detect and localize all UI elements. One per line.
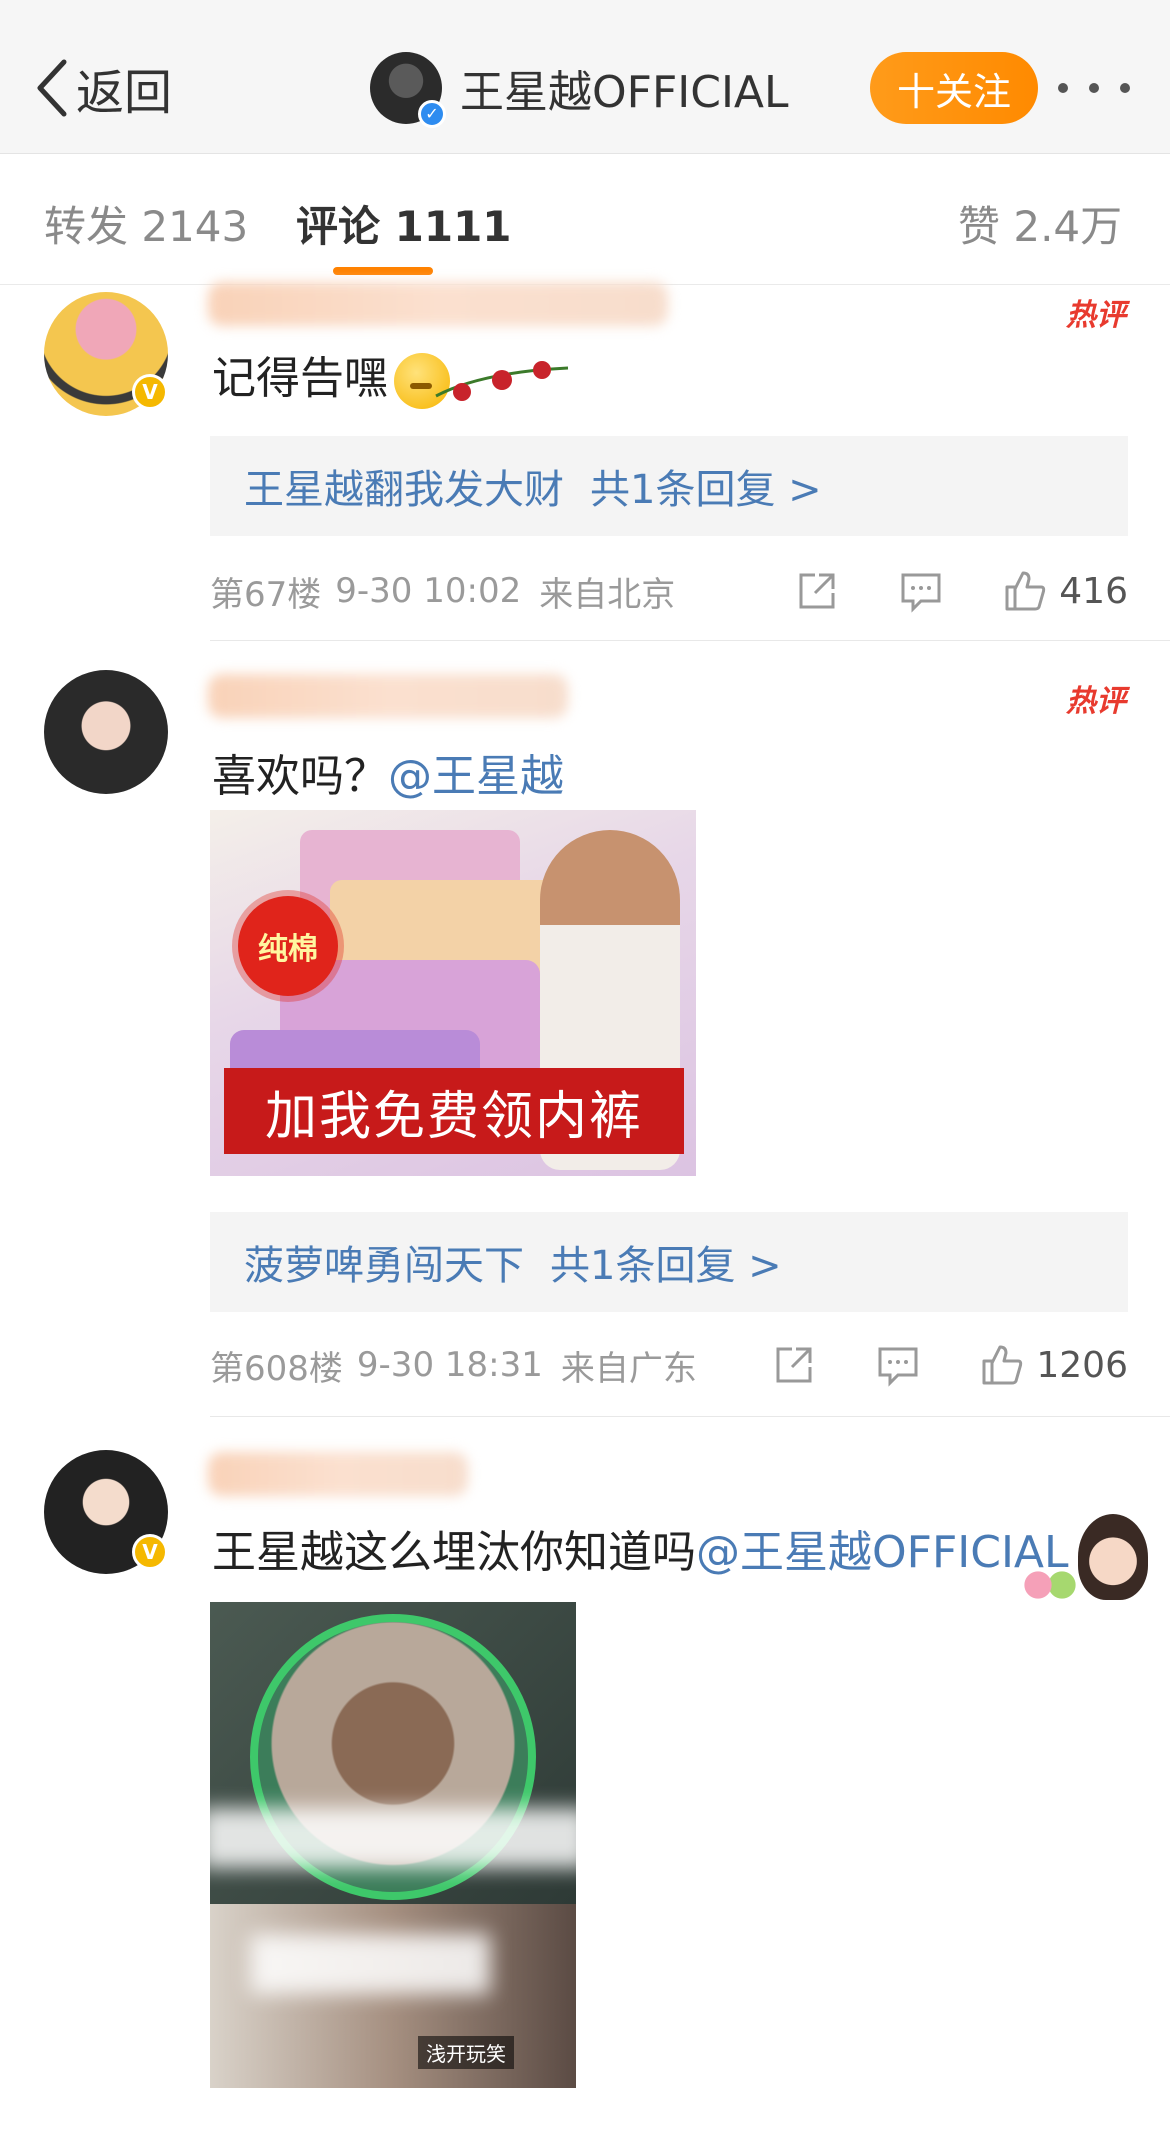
blurred-caption — [210, 1808, 576, 1868]
more-options-icon[interactable] — [1058, 70, 1130, 106]
comment-meta: 第608楼 9-30 18:31 来自广东 1206 — [210, 1340, 1128, 1390]
comment-item: V 热评 记得告嘿 王星越翻我发大财 共1条回复 > 第67楼 9-30 10:0… — [0, 282, 1170, 642]
like-count: 1206 — [1036, 1344, 1128, 1386]
page-title: 王星越OFFICIAL — [460, 67, 789, 118]
comment-text: 王星越这么埋汰你知道吗@王星越OFFICIAL — [212, 1527, 1069, 1578]
hot-comment-badge: 热评 — [1066, 298, 1126, 333]
back-label: 返回 — [76, 65, 173, 121]
comment-item: 热评 喜欢吗？@王星越 纯棉 加我免费领内裤 菠萝啤勇闯天下 共1条回复 > 第6… — [0, 670, 1170, 1417]
share-icon[interactable] — [772, 1343, 816, 1387]
blurred-username — [208, 282, 668, 326]
follow-button[interactable]: 十关注 — [870, 52, 1038, 124]
verified-icon: V — [132, 374, 168, 410]
comment-image[interactable]: 纯棉 加我免费领内裤 — [210, 810, 696, 1176]
floor-number: 第608楼 — [210, 1348, 343, 1389]
avatar[interactable]: ✓ — [370, 52, 446, 128]
tab-repost[interactable]: 转发 2143 — [44, 193, 248, 254]
verified-icon: ✓ — [418, 100, 446, 128]
profile-header[interactable]: ✓ 王星越OFFICIAL — [370, 50, 789, 128]
image-caption: 浅开玩笑 — [418, 2036, 514, 2069]
rose-decoration-icon — [435, 361, 569, 401]
reply-preview[interactable]: 菠萝啤勇闯天下 共1条回复 > — [210, 1212, 1128, 1312]
location: 来自北京 — [539, 574, 676, 615]
reply-preview[interactable]: 王星越翻我发大财 共1条回复 > — [210, 436, 1128, 536]
like-icon[interactable] — [980, 1343, 1024, 1387]
hot-comment-badge: 热评 — [1066, 684, 1126, 719]
location: 来自广东 — [560, 1348, 697, 1389]
share-icon[interactable] — [795, 569, 839, 613]
image-banner: 加我免费领内裤 — [224, 1068, 684, 1154]
tab-comment[interactable]: 评论 1111 — [296, 193, 512, 254]
comment-text: 喜欢吗？@王星越 — [212, 751, 564, 802]
active-tab-indicator — [333, 267, 433, 275]
comment-image[interactable]: 浅开玩笑 — [210, 1602, 576, 2088]
divider — [210, 1416, 1170, 1417]
timestamp: 9-30 10:02 — [335, 571, 522, 611]
timestamp: 9-30 18:31 — [356, 1345, 543, 1385]
comment-item: V 王星越这么埋汰你知道吗@王星越OFFICIAL 浅开玩笑 — [0, 1446, 1170, 2133]
mention-link[interactable]: @王星越OFFICIAL — [696, 1527, 1069, 1578]
blurred-username — [208, 1452, 468, 1496]
mention-link[interactable]: @王星越 — [388, 751, 564, 802]
chevron-left-icon — [37, 59, 67, 117]
image-badge: 纯棉 — [238, 896, 338, 996]
back-button[interactable]: 返回 — [34, 56, 173, 121]
divider — [210, 640, 1170, 641]
comment-icon[interactable] — [899, 569, 943, 613]
tab-bar: 转发 2143 评论 1111 赞 2.4万 — [0, 155, 1170, 285]
tab-like[interactable]: 赞 2.4万 — [958, 193, 1122, 254]
top-nav-bar: 返回 ✓ 王星越OFFICIAL 十关注 — [0, 0, 1170, 154]
avatar[interactable] — [44, 670, 168, 794]
sticker-decoration-icon — [1078, 1514, 1148, 1600]
comment-text: 记得告嘿 — [212, 342, 450, 409]
flower-decoration-icon — [1020, 1570, 1080, 1600]
comment-icon[interactable] — [876, 1343, 920, 1387]
blurred-caption — [250, 1934, 490, 1994]
blurred-username — [208, 674, 568, 718]
like-count: 416 — [1059, 570, 1128, 612]
comment-meta: 第67楼 9-30 10:02 来自北京 416 — [210, 566, 1128, 616]
floor-number: 第67楼 — [210, 574, 322, 615]
like-icon[interactable] — [1003, 569, 1047, 613]
verified-icon: V — [132, 1534, 168, 1570]
